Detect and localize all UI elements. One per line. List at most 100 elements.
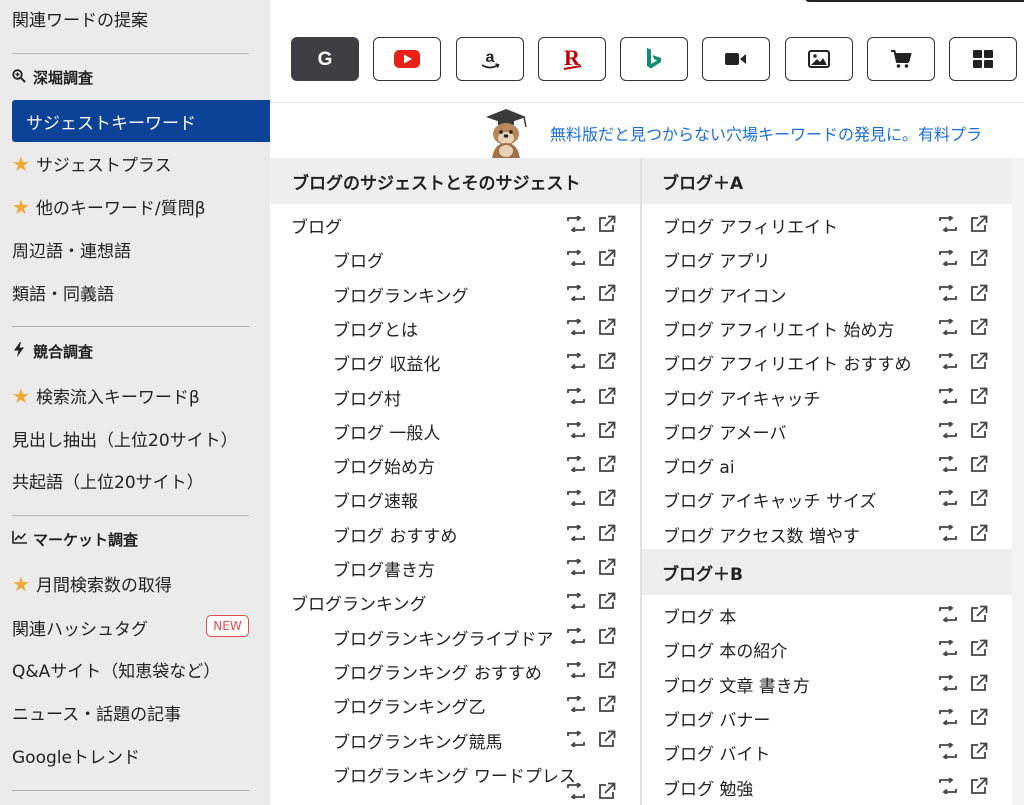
external-link-icon[interactable] — [598, 782, 616, 800]
retweet-dig-icon[interactable] — [566, 524, 586, 541]
retweet-dig-icon[interactable] — [938, 606, 958, 622]
external-link-icon[interactable] — [598, 489, 616, 507]
external-link-icon[interactable] — [970, 708, 988, 726]
retweet-dig-icon[interactable] — [938, 284, 958, 301]
retweet-dig-icon[interactable] — [938, 708, 958, 725]
engine-image-button[interactable] — [785, 37, 853, 81]
suggest-keyword-link[interactable]: ブログランキング ワードプレス — [333, 762, 576, 787]
suggest-keyword-link[interactable]: ブログとは — [333, 316, 418, 341]
suggest-keyword-link[interactable]: ブログ — [333, 247, 384, 272]
retweet-dig-icon[interactable] — [566, 593, 586, 610]
banner-text[interactable]: 無料版だと見つからない穴場キーワードの発見に。有料プラ — [550, 121, 982, 145]
external-link-icon[interactable] — [970, 777, 988, 795]
engine-apps-button[interactable] — [949, 37, 1017, 81]
retweet-dig-icon[interactable] — [566, 456, 586, 473]
sidebar-item-news[interactable]: ニュース・話題の記事 — [12, 700, 181, 725]
suggest-keyword-link[interactable]: ブログ アイコン — [663, 282, 787, 307]
suggest-keyword-link[interactable]: ブログ 収益化 — [333, 350, 440, 375]
external-link-icon[interactable] — [598, 558, 616, 576]
suggest-keyword-link[interactable]: ブログ アイキャッチ — [663, 385, 821, 410]
suggest-keyword-link[interactable]: ブログ おすすめ — [333, 522, 457, 547]
suggest-keyword-link[interactable]: ブログランキング — [333, 282, 469, 307]
external-link-icon[interactable] — [598, 284, 616, 302]
sidebar-item-inflow-keywords[interactable]: ★ 検索流入キーワードβ — [12, 383, 200, 409]
engine-youtube-button[interactable] — [373, 37, 441, 81]
engine-shopping-button[interactable] — [867, 37, 935, 81]
external-link-icon[interactable] — [598, 421, 616, 439]
suggest-keyword-link[interactable]: ブログ 本の紹介 — [663, 637, 787, 662]
external-link-icon[interactable] — [598, 387, 616, 405]
external-link-icon[interactable] — [970, 639, 988, 657]
retweet-dig-icon[interactable] — [938, 216, 958, 232]
external-link-icon[interactable] — [970, 674, 988, 692]
external-link-icon[interactable] — [598, 730, 616, 748]
external-link-icon[interactable] — [598, 592, 616, 610]
suggest-keyword-link[interactable]: ブログランキングライブドア — [333, 625, 554, 650]
retweet-dig-icon[interactable] — [938, 674, 958, 691]
engine-google-button[interactable]: G — [291, 37, 359, 81]
suggest-keyword-link[interactable]: ブログランキング — [291, 590, 427, 615]
suggest-keyword-link[interactable]: ブログランキング おすすめ — [333, 659, 542, 684]
external-link-icon[interactable] — [598, 455, 616, 473]
suggest-keyword-link[interactable]: ブログ バナー — [663, 706, 770, 731]
retweet-dig-icon[interactable] — [566, 284, 586, 301]
retweet-dig-icon[interactable] — [938, 421, 958, 438]
external-link-icon[interactable] — [970, 352, 988, 370]
retweet-dig-icon[interactable] — [566, 421, 586, 438]
retweet-dig-icon[interactable] — [938, 250, 958, 267]
retweet-dig-icon[interactable] — [566, 216, 586, 232]
suggest-keyword-link[interactable]: ブログ バイト — [663, 740, 770, 765]
external-link-icon[interactable] — [970, 387, 988, 405]
suggest-keyword-link[interactable]: ブログ 本 — [663, 603, 736, 628]
external-link-icon[interactable] — [598, 627, 616, 645]
external-link-icon[interactable] — [970, 489, 988, 507]
external-link-icon[interactable] — [970, 249, 988, 267]
sidebar-item-surrounding-words[interactable]: 周辺語・連想語 — [12, 237, 131, 262]
suggest-keyword-link[interactable]: ブログ始め方 — [333, 453, 435, 478]
external-link-icon[interactable] — [970, 421, 988, 439]
external-link-icon[interactable] — [970, 318, 988, 336]
retweet-dig-icon[interactable] — [566, 661, 586, 678]
retweet-dig-icon[interactable] — [566, 696, 586, 713]
suggest-keyword-link[interactable]: ブログ速報 — [333, 487, 418, 512]
retweet-dig-icon[interactable] — [938, 318, 958, 335]
suggest-keyword-link[interactable]: ブログ アクセス数 増やす — [663, 522, 860, 547]
sidebar-item-google-trends[interactable]: Googleトレンド — [12, 743, 140, 768]
sidebar-item-synonyms[interactable]: 類語・同義語 — [12, 280, 114, 305]
sidebar-item-qa-sites[interactable]: Q&Aサイト（知恵袋など） — [12, 657, 220, 682]
sidebar-item-cooccurrence[interactable]: 共起語（上位20サイト） — [12, 468, 204, 493]
external-link-icon[interactable] — [970, 524, 988, 542]
sidebar-item-other-keywords[interactable]: ★ 他のキーワード/質問β — [12, 194, 206, 220]
external-link-icon[interactable] — [598, 524, 616, 542]
sidebar-item-suggest-plus[interactable]: ★ サジェストプラス — [12, 151, 172, 177]
retweet-dig-icon[interactable] — [566, 353, 586, 370]
retweet-dig-icon[interactable] — [566, 730, 586, 747]
suggest-keyword-link[interactable]: ブログ書き方 — [333, 556, 435, 581]
retweet-dig-icon[interactable] — [566, 318, 586, 335]
sidebar-item-heading-extract[interactable]: 見出し抽出（上位20サイト） — [12, 426, 238, 451]
suggest-keyword-link[interactable]: ブログ アフィリエイト 始め方 — [663, 316, 894, 341]
retweet-dig-icon[interactable] — [938, 456, 958, 473]
engine-video-button[interactable] — [702, 37, 770, 81]
suggest-keyword-link[interactable]: ブログ ai — [663, 453, 735, 478]
retweet-dig-icon[interactable] — [566, 627, 586, 644]
retweet-dig-icon[interactable] — [566, 250, 586, 267]
external-link-icon[interactable] — [970, 605, 988, 623]
sidebar-item-suggest-keyword[interactable]: サジェストキーワード — [12, 100, 270, 142]
retweet-dig-icon[interactable] — [566, 490, 586, 507]
suggest-keyword-link[interactable]: ブログ アメーバ — [663, 419, 786, 444]
external-link-icon[interactable] — [598, 249, 616, 267]
external-link-icon[interactable] — [970, 215, 988, 233]
engine-bing-button[interactable] — [620, 37, 688, 81]
external-link-icon[interactable] — [598, 215, 616, 233]
retweet-dig-icon[interactable] — [938, 353, 958, 370]
suggest-keyword-link[interactable]: ブログ 勉強 — [663, 775, 753, 800]
external-link-icon[interactable] — [598, 318, 616, 336]
retweet-dig-icon[interactable] — [938, 743, 958, 760]
external-link-icon[interactable] — [970, 284, 988, 302]
suggest-keyword-link[interactable]: ブログ アフィリエイト おすすめ — [663, 350, 911, 375]
engine-rakuten-button[interactable]: R — [538, 37, 606, 81]
search-box-edge[interactable] — [805, 0, 1024, 2]
external-link-icon[interactable] — [598, 661, 616, 679]
retweet-dig-icon[interactable] — [566, 559, 586, 575]
